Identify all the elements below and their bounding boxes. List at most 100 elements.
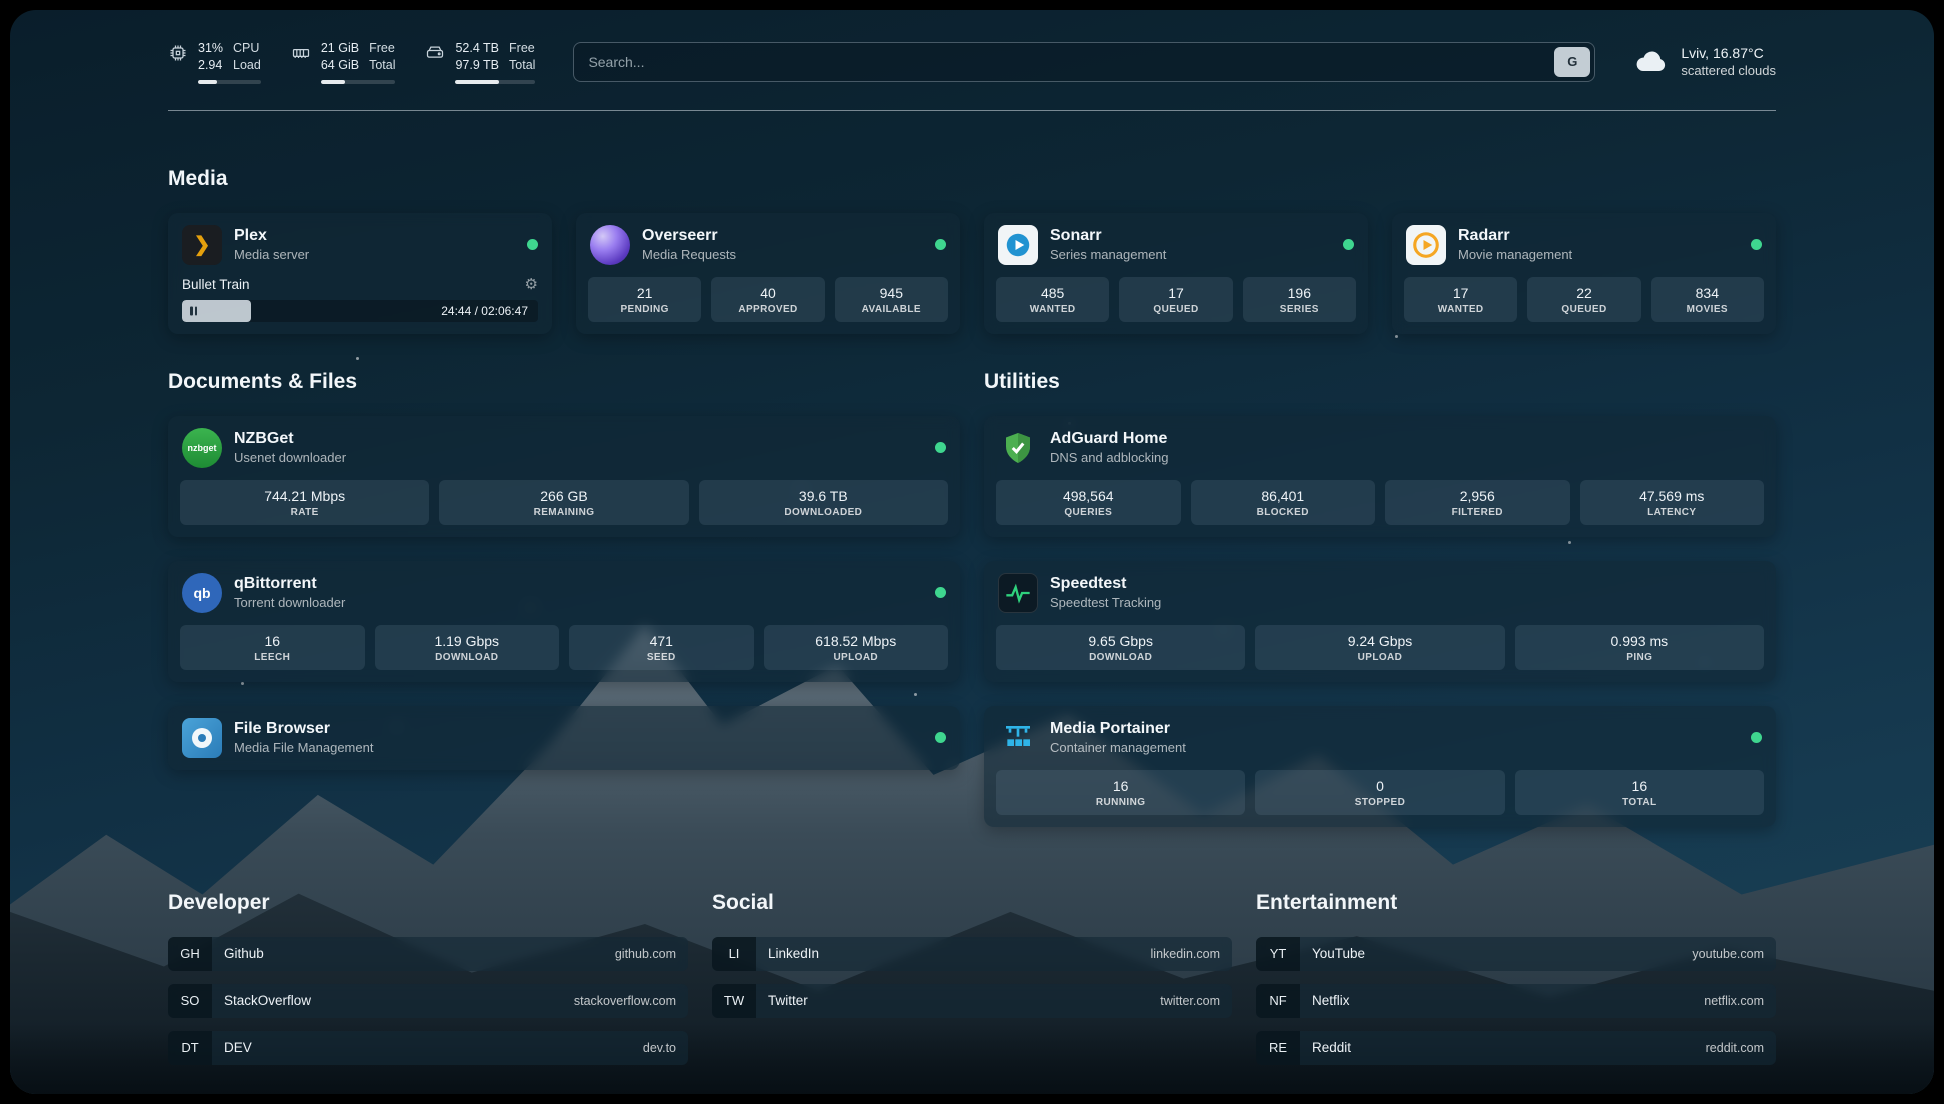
weather-location: Lviv, 16.87°C [1681,45,1776,61]
sonarr-title: Sonarr [1050,227,1166,245]
radarr-link[interactable]: Radarr Movie management [1392,213,1776,277]
stat-tile: 17QUEUED [1119,277,1232,322]
plex-subtitle: Media server [234,247,309,262]
overseerr-title: Overseerr [642,227,736,245]
plex-progress-bar[interactable]: 24:44 / 02:06:47 [182,300,538,322]
weather-condition: scattered clouds [1681,63,1776,78]
bookmark-name: YouTube [1312,946,1365,961]
disk-widget: 52.4 TB97.9 TB FreeTotal [425,40,535,84]
ram-widget: 21 GiB64 GiB FreeTotal [291,40,396,84]
speedtest-subtitle: Speedtest Tracking [1050,595,1161,610]
bookmark-stackoverflow[interactable]: SO StackOverflow stackoverflow.com [168,984,688,1018]
stat-tile: 2,956FILTERED [1385,480,1570,525]
radarr-icon [1406,225,1446,265]
qbittorrent-title: qBittorrent [234,575,345,593]
cpu-progress-track [198,80,261,84]
cpu-values: 31%2.94 [198,40,223,74]
filebrowser-link[interactable]: File Browser Media File Management [168,706,960,770]
stat-tile: 471SEED [569,625,754,670]
bookmark-dev[interactable]: DT DEV dev.to [168,1031,688,1065]
qbittorrent-link[interactable]: qb qBittorrent Torrent downloader [168,561,960,625]
stat-tile: 945AVAILABLE [835,277,948,322]
card-radarr: Radarr Movie management 17WANTED 22QUEUE… [1392,213,1776,334]
adguard-link[interactable]: AdGuard Home DNS and adblocking [984,416,1776,480]
bookmark-github[interactable]: GH Github github.com [168,937,688,971]
bookmark-abbr: LI [712,937,756,971]
plex-icon: ❯ [182,225,222,265]
pause-icon[interactable] [190,306,197,315]
card-filebrowser: File Browser Media File Management [168,706,960,770]
stat-tile: 196SERIES [1243,277,1356,322]
bookmark-twitter[interactable]: TW Twitter twitter.com [712,984,1232,1018]
dashboard-screen: 31%2.94 CPULoad [10,10,1934,1094]
overseerr-link[interactable]: Overseerr Media Requests [576,213,960,277]
disk-labels: FreeTotal [509,40,535,74]
stat-tile: 21PENDING [588,277,701,322]
weather-widget: Lviv, 16.87°C scattered clouds [1633,45,1776,78]
stat-tile: 39.6 TBDOWNLOADED [699,480,948,525]
plex-status-dot [527,239,538,250]
sonarr-icon [998,225,1038,265]
card-plex: ❯ Plex Media server Bullet Train ⚙ [168,213,552,334]
search-provider-button[interactable]: G [1554,47,1590,77]
portainer-title: Media Portainer [1050,720,1186,738]
top-bar: 31%2.94 CPULoad [168,40,1776,84]
plex-playback-time: 24:44 / 02:06:47 [441,304,528,318]
bookmark-youtube[interactable]: YT YouTube youtube.com [1256,937,1776,971]
bookmark-name: Github [224,946,264,961]
settings-gear-icon[interactable]: ⚙ [525,277,538,292]
cpu-labels: CPULoad [233,40,261,74]
card-sonarr: Sonarr Series management 485WANTED 17QUE… [984,213,1368,334]
stat-tile: 0.993 msPING [1515,625,1764,670]
sonarr-link[interactable]: Sonarr Series management [984,213,1368,277]
bookmark-netflix[interactable]: NF Netflix netflix.com [1256,984,1776,1018]
stat-tile: 22QUEUED [1527,277,1640,322]
ram-progress-track [321,80,396,84]
bookmark-name: Twitter [768,993,808,1008]
radarr-status-dot [1751,239,1762,250]
radarr-title: Radarr [1458,227,1572,245]
stat-tile: 9.65 GbpsDOWNLOAD [996,625,1245,670]
section-title-entertainment: Entertainment [1256,891,1776,915]
portainer-link[interactable]: Media Portainer Container management [984,706,1776,770]
bookmark-url: youtube.com [1692,947,1764,961]
stat-tile: 16TOTAL [1515,770,1764,815]
bookmark-url: github.com [615,947,676,961]
bookmark-url: stackoverflow.com [574,994,676,1008]
nzbget-link[interactable]: nzbget NZBGet Usenet downloader [168,416,960,480]
cpu-widget: 31%2.94 CPULoad [168,40,261,84]
stat-tile: 744.21 MbpsRATE [180,480,429,525]
bookmark-url: netflix.com [1704,994,1764,1008]
bookmark-abbr: NF [1256,984,1300,1018]
bookmark-abbr: TW [712,984,756,1018]
section-title-utilities: Utilities [984,370,1776,394]
radarr-subtitle: Movie management [1458,247,1572,262]
card-portainer: Media Portainer Container management 16R… [984,706,1776,827]
adguard-subtitle: DNS and adblocking [1050,450,1169,465]
bookmark-url: reddit.com [1706,1041,1764,1055]
stat-tile: 86,401BLOCKED [1191,480,1376,525]
portainer-subtitle: Container management [1050,740,1186,755]
card-adguard: AdGuard Home DNS and adblocking 498,564Q… [984,416,1776,537]
overseerr-icon [590,225,630,265]
bookmark-reddit[interactable]: RE Reddit reddit.com [1256,1031,1776,1065]
nzbget-subtitle: Usenet downloader [234,450,346,465]
filebrowser-icon [182,718,222,758]
bookmark-linkedin[interactable]: LI LinkedIn linkedin.com [712,937,1232,971]
sonarr-subtitle: Series management [1050,247,1166,262]
filebrowser-subtitle: Media File Management [234,740,373,755]
card-overseerr: Overseerr Media Requests 21PENDING 40APP… [576,213,960,334]
stat-tile: 618.52 MbpsUPLOAD [764,625,949,670]
ram-values: 21 GiB64 GiB [321,40,359,74]
ram-progress-fill [321,80,346,84]
plex-link[interactable]: ❯ Plex Media server [168,213,552,277]
section-title-social: Social [712,891,1232,915]
bookmark-url: dev.to [643,1041,676,1055]
sonarr-status-dot [1343,239,1354,250]
bookmark-abbr: RE [1256,1031,1300,1065]
speedtest-title: Speedtest [1050,575,1161,593]
search-input[interactable] [573,42,1595,82]
bookmark-abbr: SO [168,984,212,1018]
overseerr-subtitle: Media Requests [642,247,736,262]
speedtest-link[interactable]: Speedtest Speedtest Tracking [984,561,1776,625]
